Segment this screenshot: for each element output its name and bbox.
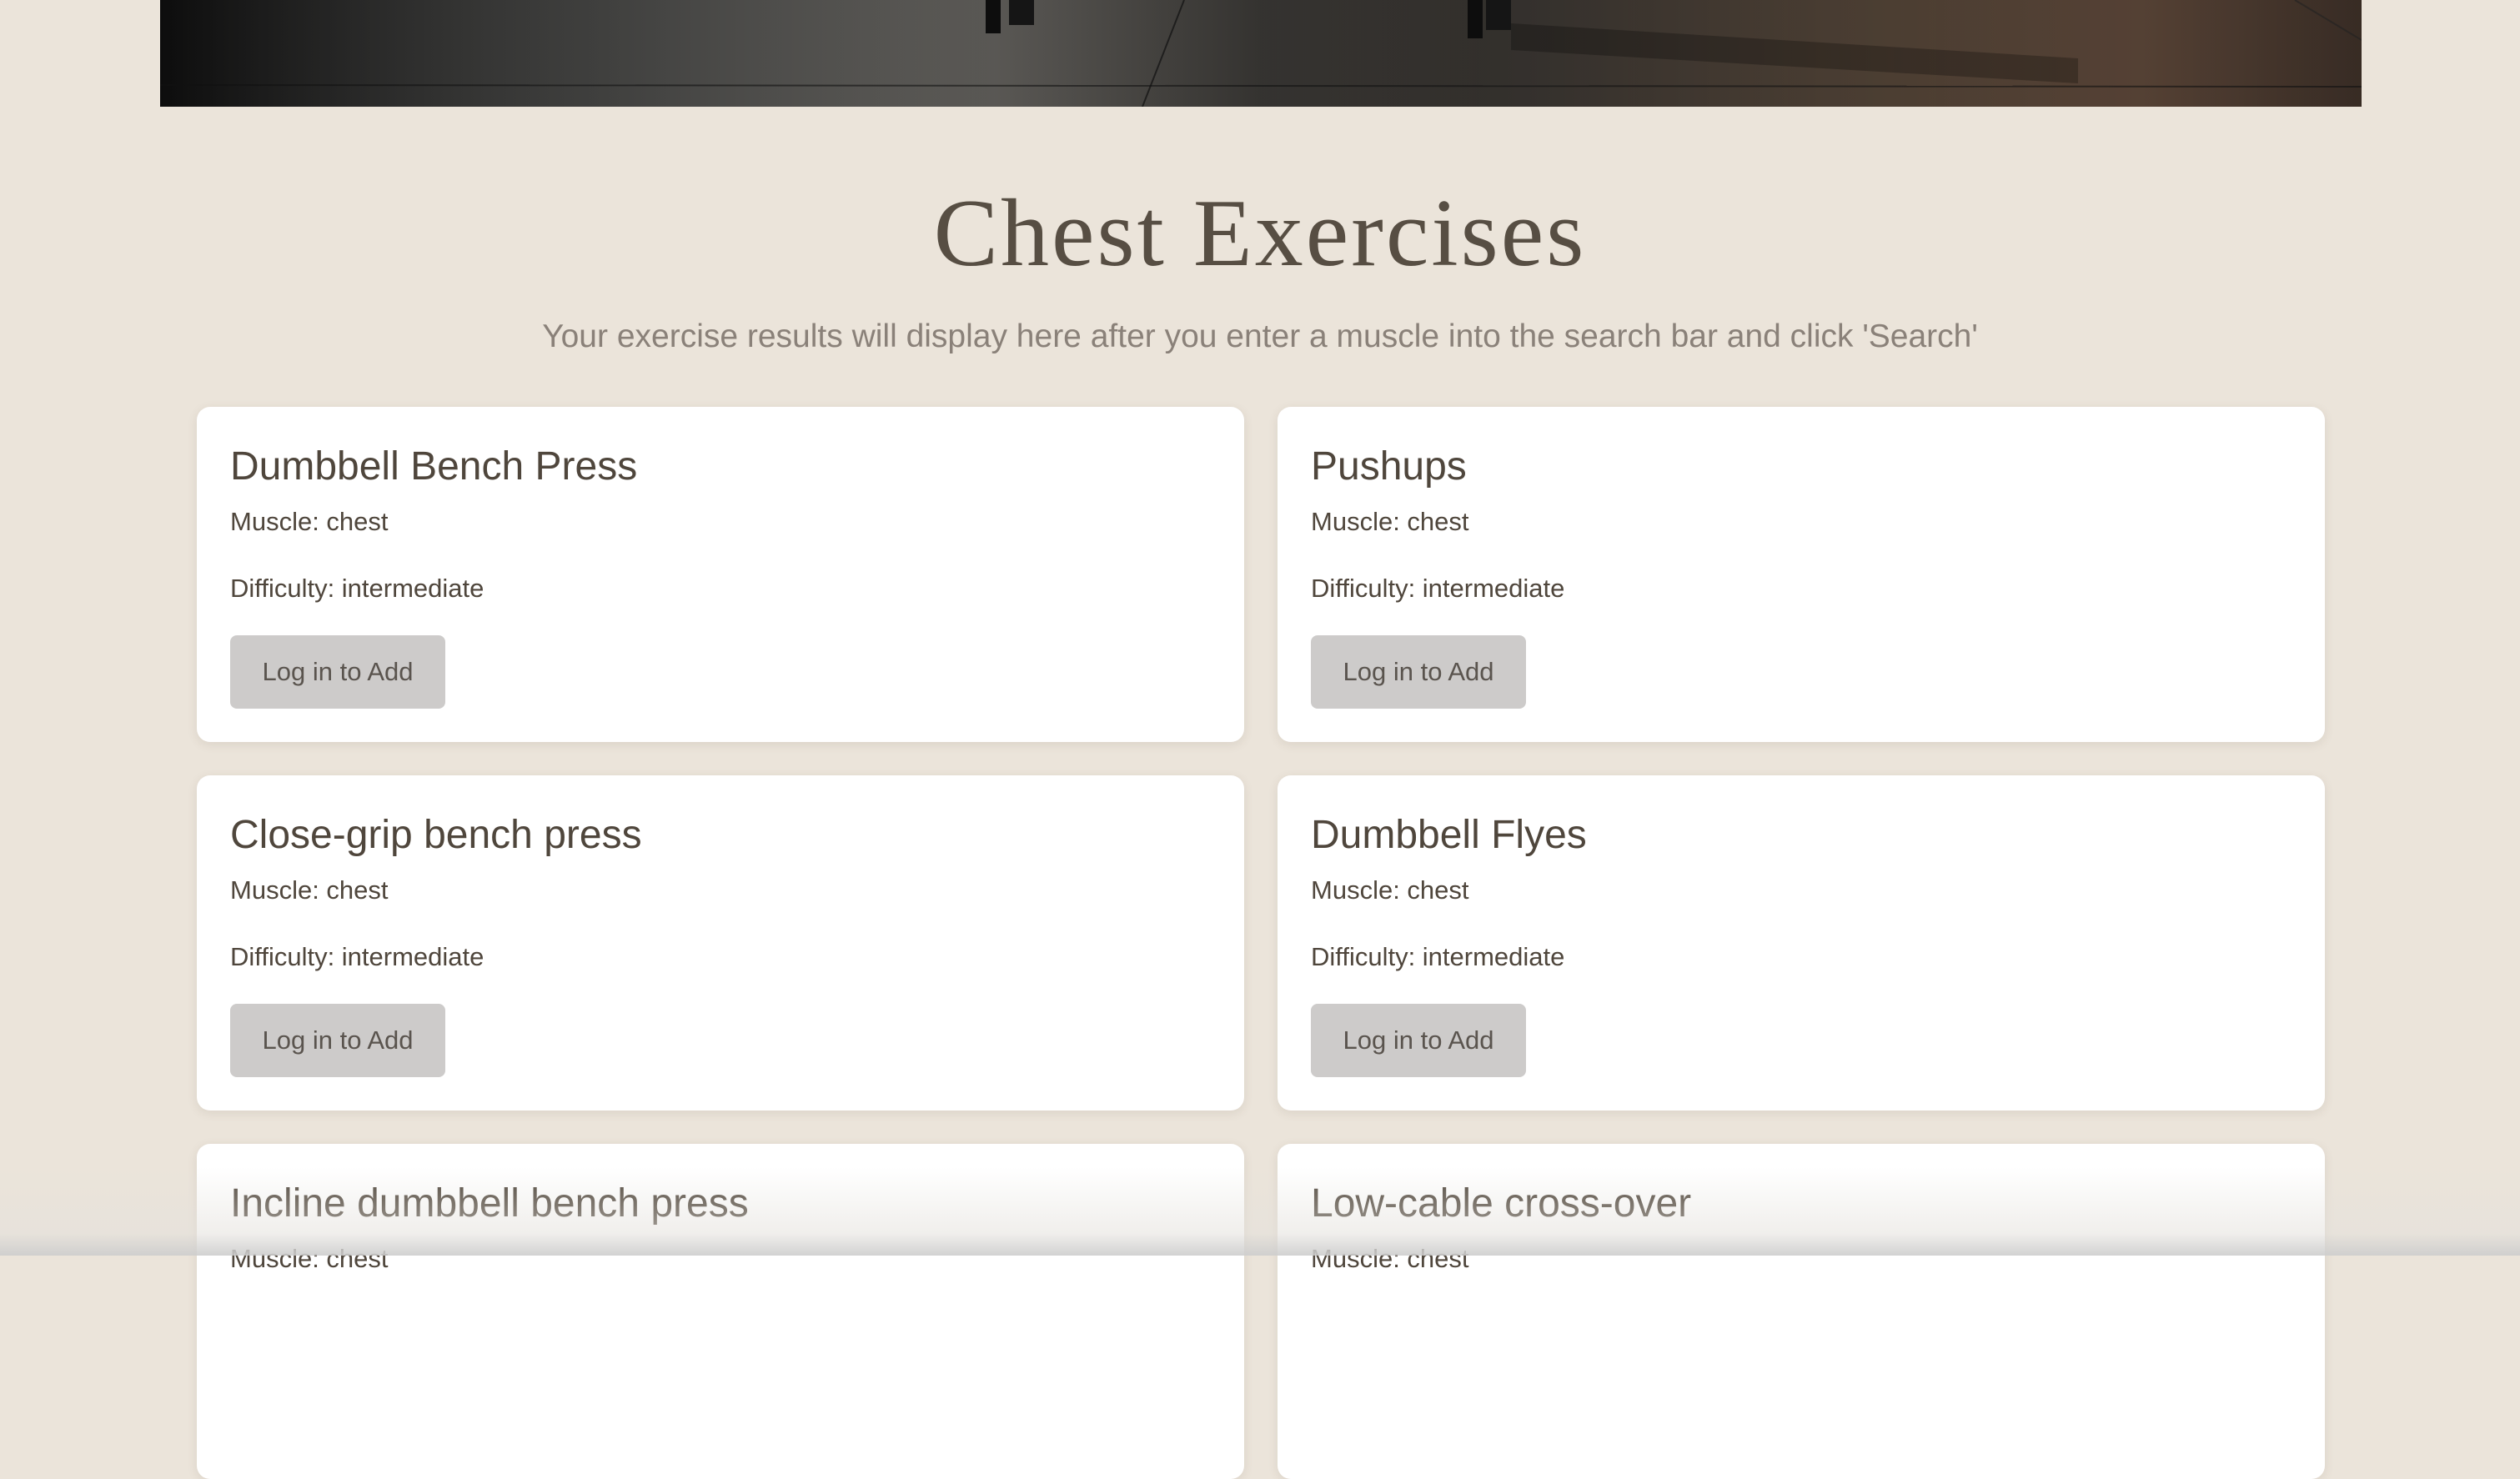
exercise-name: Dumbbell Flyes — [1311, 813, 1587, 857]
exercise-difficulty: Difficulty: intermediate — [1311, 942, 1565, 971]
log-in-to-add-button[interactable]: Log in to Add — [230, 1004, 445, 1077]
exercise-card: Incline dumbbell bench press Muscle: che… — [197, 1144, 1244, 1479]
exercise-difficulty: Difficulty: intermediate — [230, 574, 484, 603]
log-in-to-add-button[interactable]: Log in to Add — [230, 635, 445, 709]
page-subtitle: Your exercise results will display here … — [542, 318, 1978, 354]
log-in-to-add-button[interactable]: Log in to Add — [1311, 1004, 1526, 1077]
exercise-grid: Dumbbell Bench Press Muscle: chest Diffi… — [197, 407, 2325, 1479]
exercise-name: Dumbbell Bench Press — [230, 444, 638, 489]
exercise-muscle: Muscle: chest — [1311, 1244, 1469, 1273]
exercise-difficulty: Difficulty: intermediate — [1311, 574, 1565, 603]
exercise-muscle: Muscle: chest — [230, 1244, 389, 1273]
exercise-card: Low-cable cross-over Muscle: chest — [1278, 1144, 2325, 1479]
hero-banner — [160, 0, 2362, 107]
gym-floor-image — [160, 0, 2362, 107]
page-title: Chest Exercises — [933, 180, 1587, 287]
exercise-card: Pushups Muscle: chest Difficulty: interm… — [1278, 407, 2325, 742]
exercise-name: Close-grip bench press — [230, 813, 642, 857]
exercise-muscle: Muscle: chest — [230, 875, 389, 905]
exercise-muscle: Muscle: chest — [230, 507, 389, 536]
exercise-card: Dumbbell Flyes Muscle: chest Difficulty:… — [1278, 775, 2325, 1111]
exercise-card: Dumbbell Bench Press Muscle: chest Diffi… — [197, 407, 1244, 742]
exercise-difficulty: Difficulty: intermediate — [230, 942, 484, 971]
exercise-name: Incline dumbbell bench press — [230, 1181, 749, 1226]
exercise-card: Close-grip bench press Muscle: chest Dif… — [197, 775, 1244, 1111]
exercise-name: Low-cable cross-over — [1311, 1181, 1692, 1226]
exercise-muscle: Muscle: chest — [1311, 507, 1469, 536]
exercise-name: Pushups — [1311, 444, 1467, 489]
exercise-muscle: Muscle: chest — [1311, 875, 1469, 905]
log-in-to-add-button[interactable]: Log in to Add — [1311, 635, 1526, 709]
